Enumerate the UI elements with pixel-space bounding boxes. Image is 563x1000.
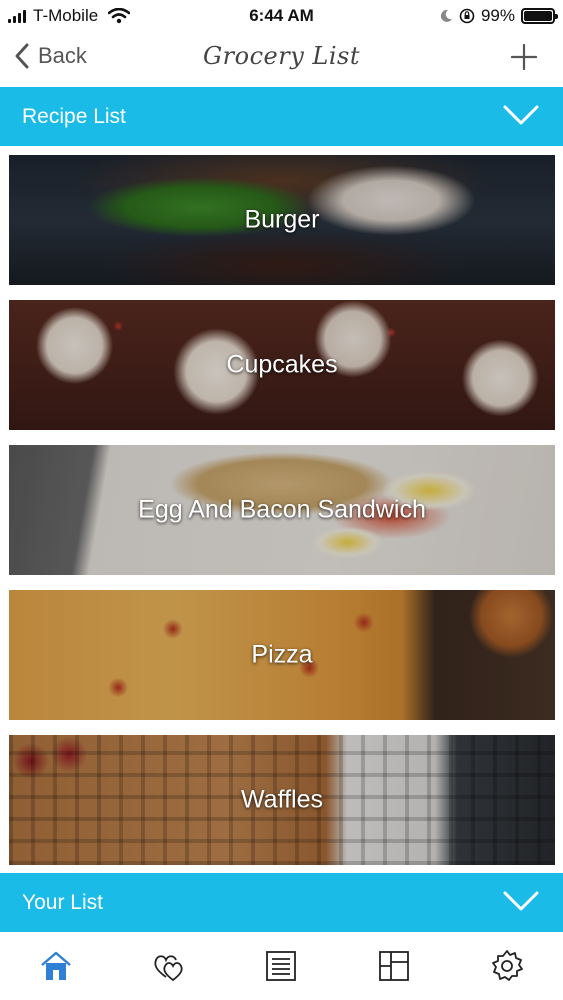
home-icon (41, 951, 72, 980)
recipe-card-waffles[interactable]: Waffles (9, 735, 555, 865)
chevron-down-icon[interactable] (503, 890, 539, 912)
battery-icon (521, 8, 558, 24)
status-right: 99% (439, 6, 558, 26)
your-list-title: Your List (22, 890, 103, 914)
nav-bar: Back Grocery List (0, 32, 563, 86)
tab-favorites[interactable] (149, 946, 189, 986)
recipe-list-title: Recipe List (22, 104, 126, 128)
orientation-lock-icon (459, 8, 475, 24)
recipe-list[interactable]: Burger Cupcakes Egg And Bacon Sandwich P… (0, 146, 563, 872)
recipe-label: Cupcakes (226, 350, 338, 379)
status-bar: T-Mobile 6:44 AM 99% (0, 0, 563, 32)
layout-grid-icon (379, 951, 409, 981)
tab-list[interactable] (261, 946, 301, 986)
battery-percent: 99% (480, 6, 515, 25)
recipe-card-cupcakes[interactable]: Cupcakes (9, 300, 555, 430)
gear-icon (491, 950, 523, 981)
recipe-label: Burger (244, 205, 320, 234)
recipe-label: Waffles (241, 785, 323, 814)
chevron-down-icon[interactable] (503, 104, 539, 126)
moon-icon (440, 9, 452, 22)
hearts-icon (154, 955, 183, 982)
list-icon (266, 951, 297, 981)
recipe-card-burger[interactable]: Burger (9, 155, 555, 285)
recipe-list-header[interactable]: Recipe List (0, 87, 563, 146)
battery-fill (524, 11, 552, 21)
recipe-label: Pizza (251, 640, 313, 669)
tab-home[interactable] (36, 946, 76, 986)
recipe-card-pizza[interactable]: Pizza (9, 590, 555, 720)
tab-bar (0, 932, 563, 1000)
recipe-label: Egg And Bacon Sandwich (138, 495, 426, 524)
your-list-header[interactable]: Your List (0, 873, 563, 932)
tab-settings[interactable] (487, 946, 527, 986)
page-title: Grocery List (203, 42, 360, 70)
recipe-card-egg-and-bacon-sandwich[interactable]: Egg And Bacon Sandwich (9, 445, 555, 575)
tab-layout[interactable] (374, 946, 414, 986)
plus-icon[interactable] (511, 44, 537, 70)
